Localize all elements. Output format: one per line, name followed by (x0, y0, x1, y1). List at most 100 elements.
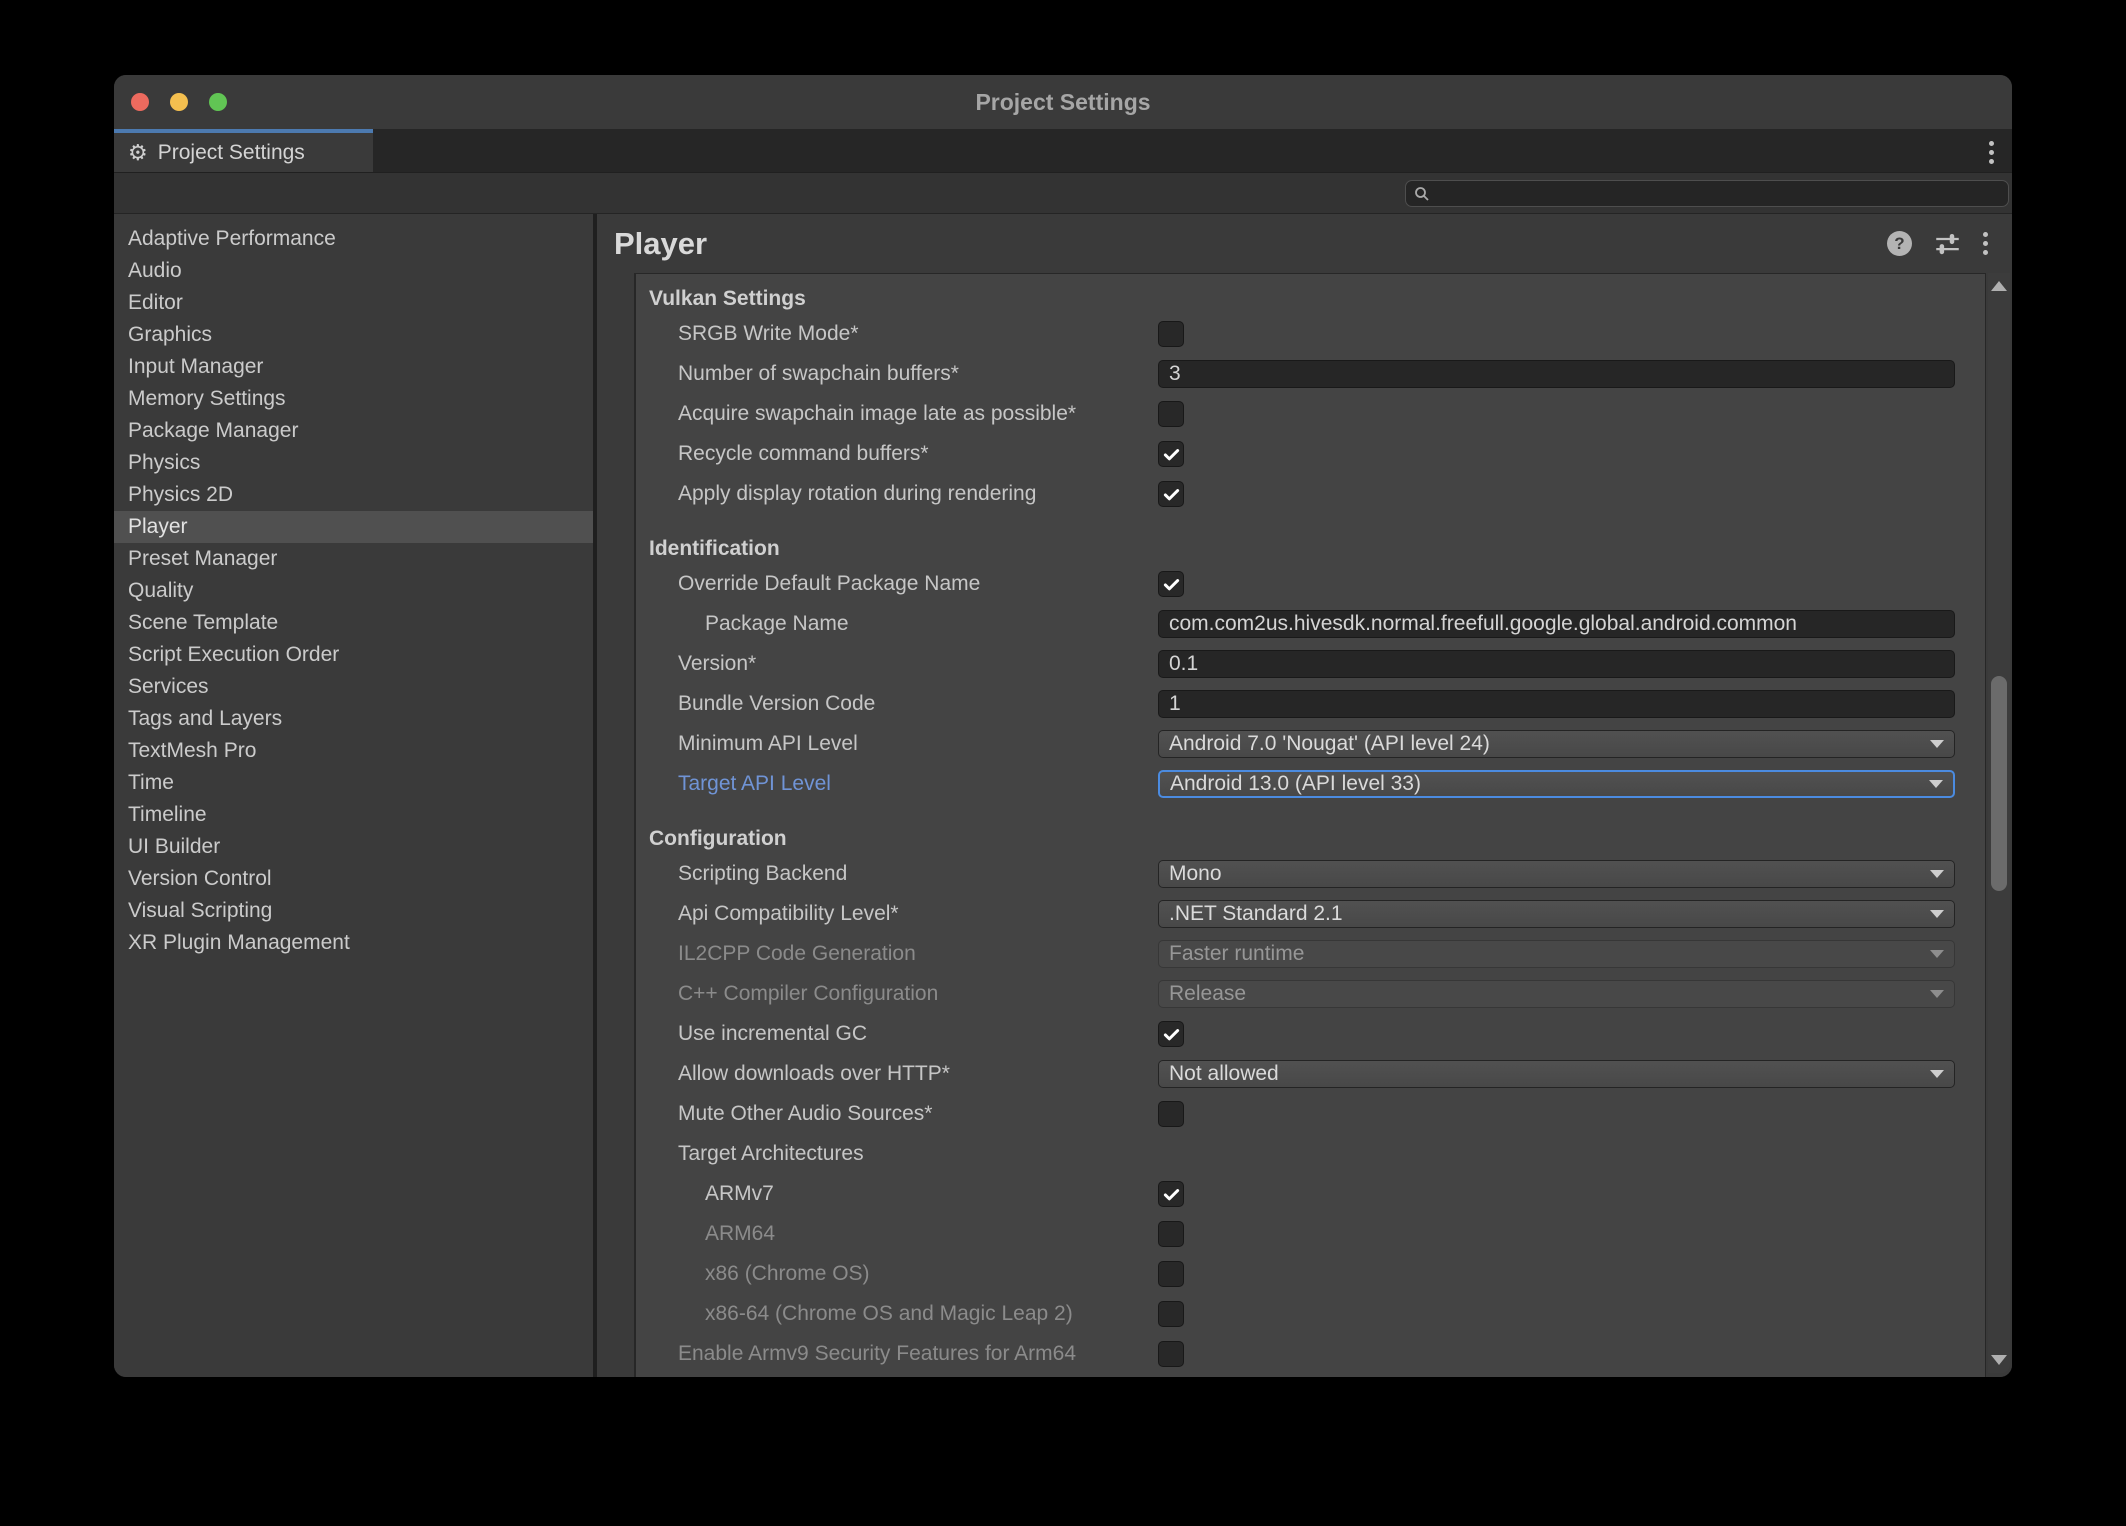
sidebar-item-audio[interactable]: Audio (114, 255, 593, 287)
package-name-field[interactable]: com.com2us.hivesdk.normal.freefull.googl… (1158, 610, 1955, 638)
enable-armv9-security-features-for-arm64-checkbox (1158, 1341, 1184, 1367)
acquire-swapchain-image-late-as-possible-checkbox[interactable] (1158, 401, 1184, 427)
sidebar-item-physics[interactable]: Physics (114, 447, 593, 479)
scroll-up-icon[interactable] (1991, 281, 2007, 291)
override-default-package-name-checkbox[interactable] (1158, 571, 1184, 597)
label-target-architectures: Target Architectures (636, 1142, 864, 1166)
control-arm64 (1158, 1214, 1955, 1254)
c-compiler-configuration-value: Release (1169, 982, 1246, 1006)
label-scripting-backend: Scripting Backend (636, 862, 847, 886)
minimum-api-level-value: Android 7.0 'Nougat' (API level 24) (1169, 732, 1490, 756)
help-icon[interactable]: ? (1887, 231, 1912, 256)
label-minimum-api-level: Minimum API Level (636, 732, 858, 756)
row-srgb-write-mode: SRGB Write Mode* (636, 314, 1985, 354)
label-enable-armv9-security-features-for-arm64: Enable Armv9 Security Features for Arm64 (636, 1342, 1076, 1366)
label-x86-chrome-os: x86 (Chrome OS) (636, 1262, 870, 1286)
settings-category-list: Adaptive PerformanceAudioEditorGraphicsI… (114, 214, 593, 1377)
label-api-compatibility-level: Api Compatibility Level* (636, 902, 899, 926)
label-apply-display-rotation-during-rendering: Apply display rotation during rendering (636, 482, 1036, 506)
sidebar-item-version-control[interactable]: Version Control (114, 863, 593, 895)
sidebar-item-input-manager[interactable]: Input Manager (114, 351, 593, 383)
sidebar-item-services[interactable]: Services (114, 671, 593, 703)
sidebar-item-tags-and-layers[interactable]: Tags and Layers (114, 703, 593, 735)
sidebar-item-time[interactable]: Time (114, 767, 593, 799)
label-srgb-write-mode: SRGB Write Mode* (636, 322, 859, 346)
kebab-menu-icon[interactable] (1983, 232, 1988, 255)
row-version: Version* 0.1 (636, 644, 1985, 684)
apply-display-rotation-during-rendering-checkbox[interactable] (1158, 481, 1184, 507)
row-scripting-backend: Scripting Backend Mono (636, 854, 1985, 894)
armv7-checkbox[interactable] (1158, 1181, 1184, 1207)
scripting-backend-dropdown[interactable]: Mono (1158, 860, 1955, 888)
sidebar-item-preset-manager[interactable]: Preset Manager (114, 543, 593, 575)
tab-label: Project Settings (158, 141, 305, 165)
sidebar-item-visual-scripting[interactable]: Visual Scripting (114, 895, 593, 927)
control-bundle-version-code: 1 (1158, 684, 1955, 724)
bundle-version-code-field[interactable]: 1 (1158, 690, 1955, 718)
sidebar-item-script-execution-order[interactable]: Script Execution Order (114, 639, 593, 671)
label-x86-64-chrome-os-and-magic-leap-2: x86-64 (Chrome OS and Magic Leap 2) (636, 1302, 1073, 1326)
row-allow-downloads-over-http: Allow downloads over HTTP*Not allowed (636, 1054, 1985, 1094)
dropdown-arrow-icon (1930, 950, 1944, 958)
control-allow-downloads-over-http: Not allowed (1158, 1054, 1955, 1094)
srgb-write-mode-checkbox[interactable] (1158, 321, 1184, 347)
control-enable-armv9-security-features-for-arm64 (1158, 1334, 1955, 1374)
sidebar-item-textmesh-pro[interactable]: TextMesh Pro (114, 735, 593, 767)
mute-other-audio-sources-checkbox[interactable] (1158, 1101, 1184, 1127)
scrollbar-thumb[interactable] (1991, 676, 2007, 891)
api-compatibility-level-dropdown[interactable]: .NET Standard 2.1 (1158, 900, 1955, 928)
row-arm64: ARM64 (636, 1214, 1985, 1254)
recycle-command-buffers-checkbox[interactable] (1158, 441, 1184, 467)
sidebar-item-editor[interactable]: Editor (114, 287, 593, 319)
tab-project-settings[interactable]: ⚙︎ Project Settings (114, 129, 373, 172)
label-use-incremental-gc: Use incremental GC (636, 1022, 867, 1046)
kebab-menu-icon[interactable] (1989, 141, 1994, 164)
control-srgb-write-mode (1158, 314, 1955, 354)
control-version: 0.1 (1158, 644, 1955, 684)
sidebar-item-player[interactable]: Player (114, 511, 593, 543)
row-apply-display-rotation-during-rendering: Apply display rotation during rendering (636, 474, 1985, 514)
target-api-level-value: Android 13.0 (API level 33) (1170, 772, 1421, 796)
label-recycle-command-buffers: Recycle command buffers* (636, 442, 929, 466)
preset-sliders-icon[interactable] (1934, 230, 1961, 257)
sidebar-item-ui-builder[interactable]: UI Builder (114, 831, 593, 863)
row-bundle-version-code: Bundle Version Code 1 (636, 684, 1985, 724)
row-x86-chrome-os: x86 (Chrome OS) (636, 1254, 1985, 1294)
sidebar-item-graphics[interactable]: Graphics (114, 319, 593, 351)
control-armv7 (1158, 1174, 1955, 1214)
allow-downloads-over-http-dropdown[interactable]: Not allowed (1158, 1060, 1955, 1088)
use-incremental-gc-checkbox[interactable] (1158, 1021, 1184, 1047)
sidebar-item-package-manager[interactable]: Package Manager (114, 415, 593, 447)
sidebar-item-scene-template[interactable]: Scene Template (114, 607, 593, 639)
sidebar-item-quality[interactable]: Quality (114, 575, 593, 607)
version-field[interactable]: 0.1 (1158, 650, 1955, 678)
control-c-compiler-configuration: Release (1158, 974, 1955, 1014)
search-row (114, 172, 2012, 213)
player-settings-panel: Vulkan SettingsSRGB Write Mode*Number of… (634, 273, 1986, 1377)
c-compiler-configuration-dropdown: Release (1158, 980, 1955, 1008)
sidebar-item-memory-settings[interactable]: Memory Settings (114, 383, 593, 415)
dropdown-arrow-icon (1930, 910, 1944, 918)
sidebar-item-physics-2d[interactable]: Physics 2D (114, 479, 593, 511)
row-target-architectures: Target Architectures (636, 1134, 1985, 1174)
row-api-compatibility-level: Api Compatibility Level* .NET Standard 2.… (636, 894, 1985, 934)
vertical-scrollbar[interactable] (1988, 273, 2010, 1373)
label-mute-other-audio-sources: Mute Other Audio Sources* (636, 1102, 932, 1126)
label-version: Version* (636, 652, 756, 676)
search-input[interactable] (1405, 180, 2009, 207)
allow-downloads-over-http-value: Not allowed (1169, 1062, 1279, 1086)
label-number-of-swapchain-buffers: Number of swapchain buffers* (636, 362, 959, 386)
scroll-down-icon[interactable] (1991, 1355, 2007, 1365)
sidebar-item-adaptive-performance[interactable]: Adaptive Performance (114, 223, 593, 255)
settings-content: Player ? Vulkan SettingsSRGB Write Mode*… (597, 214, 2012, 1377)
row-x86-64-chrome-os-and-magic-leap-2: x86-64 (Chrome OS and Magic Leap 2) (636, 1294, 1985, 1334)
dropdown-arrow-icon (1930, 870, 1944, 878)
label-bundle-version-code: Bundle Version Code (636, 692, 875, 716)
content-header: Player ? (597, 214, 2012, 273)
number-of-swapchain-buffers-field[interactable]: 3 (1158, 360, 1955, 388)
sidebar-item-xr-plugin-management[interactable]: XR Plugin Management (114, 927, 593, 959)
sidebar-item-timeline[interactable]: Timeline (114, 799, 593, 831)
minimum-api-level-dropdown[interactable]: Android 7.0 'Nougat' (API level 24) (1158, 730, 1955, 758)
target-api-level-dropdown[interactable]: Android 13.0 (API level 33) (1158, 770, 1955, 798)
control-minimum-api-level: Android 7.0 'Nougat' (API level 24) (1158, 724, 1955, 764)
